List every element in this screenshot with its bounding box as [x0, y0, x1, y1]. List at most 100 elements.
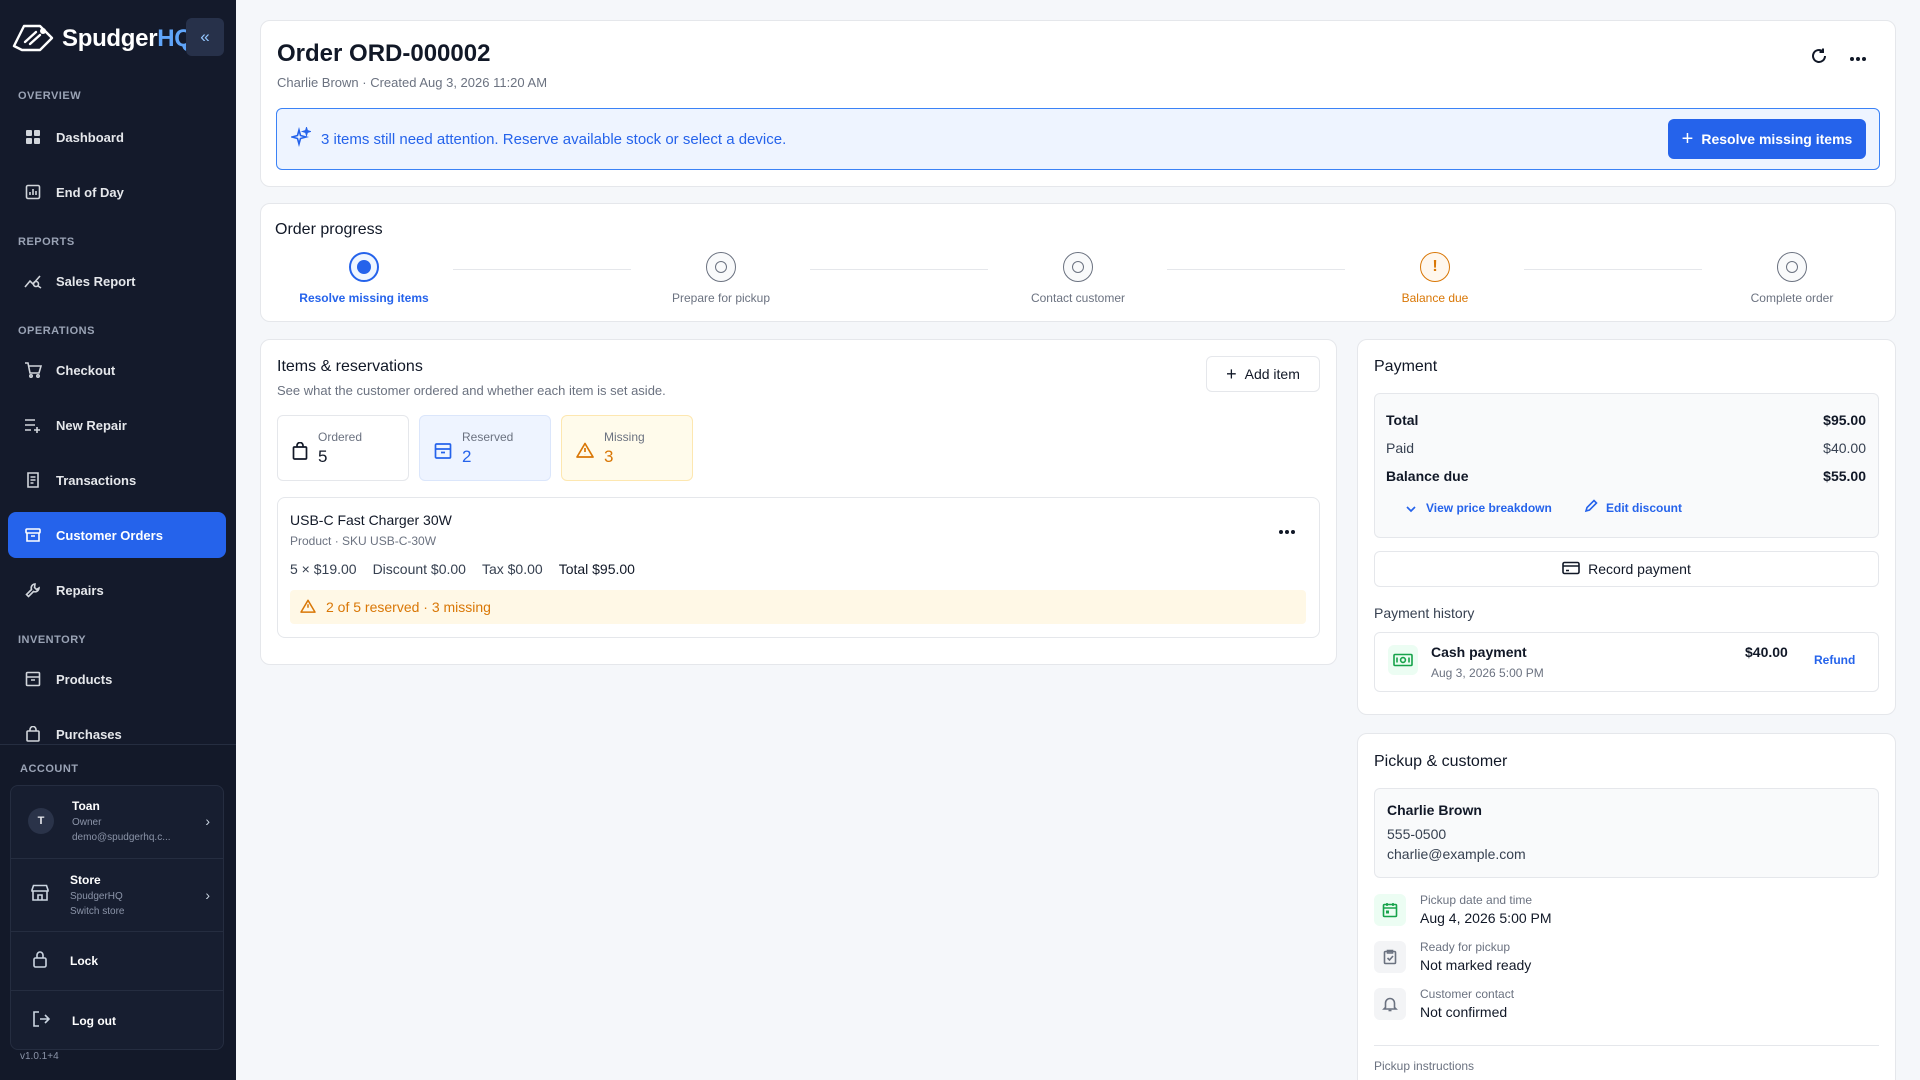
- more-options-button[interactable]: [1844, 43, 1872, 71]
- pencil-icon: [1584, 499, 1598, 516]
- reservation-status: 2 of 5 reserved · 3 missing: [290, 590, 1306, 624]
- line-item-meta: Product · SKU USB-C-30W: [290, 534, 437, 548]
- account-panel: ACCOUNT T Toan Owner demo@spudgerhq.c...…: [0, 744, 236, 1080]
- banner-message: 3 items still need attention. Reserve av…: [321, 130, 787, 148]
- more-horizontal-icon: [1278, 522, 1296, 538]
- list-plus-icon: [24, 416, 42, 434]
- lock-button[interactable]: Lock: [10, 931, 224, 989]
- logout-button[interactable]: Log out: [10, 990, 224, 1050]
- add-item-button[interactable]: + Add item: [1206, 356, 1320, 392]
- sidebar-item-sales-report[interactable]: Sales Report: [8, 258, 226, 304]
- app-version: v1.0.1+4: [20, 1051, 59, 1062]
- stat-reserved-value: 2: [462, 447, 472, 466]
- avatar: T: [28, 808, 54, 834]
- add-item-label: Add item: [1244, 366, 1300, 382]
- sidebar-item-label: Dashboard: [56, 129, 124, 145]
- account-store-name: SpudgerHQ: [70, 890, 123, 902]
- sidebar-item-end-of-day[interactable]: End of Day: [8, 169, 226, 215]
- receipt-icon: [24, 471, 42, 489]
- step-active-icon: [349, 252, 379, 282]
- calendar-icon: [1374, 893, 1406, 926]
- bag-icon: [24, 725, 42, 743]
- progress-step-complete-order[interactable]: Complete order: [1702, 252, 1882, 305]
- sidebar-item-label: Products: [56, 671, 113, 687]
- payment-amount: $40.00: [1745, 644, 1788, 660]
- chevron-right-icon: ›: [205, 886, 210, 903]
- box-icon: [24, 526, 42, 544]
- sidebar-item-dashboard[interactable]: Dashboard: [8, 114, 226, 160]
- total-value: $95.00: [1823, 412, 1866, 428]
- progress-connector: [453, 269, 631, 270]
- edit-discount-link[interactable]: Edit discount: [1584, 499, 1682, 516]
- paid-value: $40.00: [1823, 440, 1866, 456]
- pickup-instructions-label: Pickup instructions: [1374, 1059, 1475, 1073]
- account-user-role: Owner: [72, 817, 102, 828]
- lock-label: Lock: [70, 953, 99, 968]
- lock-icon: [32, 950, 48, 971]
- step-label: Complete order: [1750, 291, 1834, 305]
- pickup-date-value: Aug 4, 2026 5:00 PM: [1420, 910, 1552, 926]
- contact-value: Not confirmed: [1420, 1004, 1508, 1020]
- total-label: Total: [1386, 412, 1419, 428]
- progress-step-contact-customer[interactable]: Contact customer: [988, 252, 1168, 305]
- sidebar: SpudgerHQ « OVERVIEW Dashboard End of Da…: [0, 0, 236, 1080]
- stat-missing-value: 3: [604, 447, 614, 466]
- collapse-sidebar-button[interactable]: «: [186, 18, 224, 56]
- account-store-label: Store: [70, 872, 101, 887]
- customer-name: Charlie Brown: [1387, 802, 1482, 818]
- more-horizontal-icon: [1849, 49, 1867, 65]
- sidebar-item-label: Customer Orders: [56, 527, 163, 543]
- ready-for-pickup-row[interactable]: Ready for pickup Not marked ready: [1374, 940, 1531, 973]
- pickup-date-row[interactable]: Pickup date and time Aug 4, 2026 5:00 PM: [1374, 893, 1552, 926]
- account-store-row[interactable]: Store SpudgerHQ Switch store ›: [10, 858, 224, 930]
- account-user-name: Toan: [72, 799, 100, 813]
- sidebar-item-repairs[interactable]: Repairs: [8, 567, 226, 613]
- stat-ordered-label: Ordered: [318, 430, 363, 444]
- bag-icon: [292, 441, 308, 480]
- line-item-total: Total $95.00: [558, 561, 635, 577]
- sidebar-item-transactions[interactable]: Transactions: [8, 457, 226, 503]
- line-item-pricing: 5 × $19.00 Discount $0.00 Tax $0.00 Tota…: [290, 561, 635, 577]
- progress-step-prepare-for-pickup[interactable]: Prepare for pickup: [631, 252, 811, 305]
- wrench-icon: [24, 581, 42, 599]
- trend-icon: [24, 272, 42, 290]
- payment-method: Cash payment: [1431, 644, 1527, 660]
- sidebar-item-label: Repairs: [56, 582, 104, 598]
- archive-icon: [434, 442, 452, 480]
- balance-value: $55.00: [1823, 468, 1866, 484]
- stat-missing-label: Missing: [604, 430, 645, 444]
- brand-logo[interactable]: SpudgerHQ: [10, 20, 193, 57]
- step-label: Balance due: [1401, 291, 1469, 305]
- sidebar-item-products[interactable]: Products: [8, 656, 226, 702]
- payment-history-title: Payment history: [1374, 605, 1475, 621]
- customer-phone: 555-0500: [1387, 826, 1447, 842]
- dashboard-icon: [24, 128, 42, 146]
- sidebar-item-new-repair[interactable]: New Repair: [8, 402, 226, 448]
- payment-total-row: Total $95.00: [1386, 412, 1866, 428]
- record-payment-button[interactable]: Record payment: [1374, 551, 1879, 587]
- step-label: Resolve missing items: [299, 291, 429, 305]
- step-pending-icon: [1777, 252, 1807, 282]
- step-label: Prepare for pickup: [671, 291, 771, 305]
- refresh-button[interactable]: [1805, 43, 1833, 71]
- progress-connector: [1167, 269, 1345, 270]
- items-title: Items & reservations: [277, 358, 423, 375]
- progress-title: Order progress: [275, 221, 383, 238]
- progress-step-balance-due[interactable]: ! Balance due: [1345, 252, 1525, 305]
- bell-icon: [1374, 987, 1406, 1020]
- view-price-breakdown-link[interactable]: View price breakdown: [1406, 500, 1552, 516]
- progress-step-resolve-missing-items[interactable]: Resolve missing items: [274, 252, 454, 305]
- progress-connector: [1524, 269, 1702, 270]
- payment-title: Payment: [1374, 358, 1438, 375]
- sidebar-item-checkout[interactable]: Checkout: [8, 347, 226, 393]
- line-item-menu-button[interactable]: [1273, 516, 1301, 544]
- sidebar-item-customer-orders[interactable]: Customer Orders: [8, 512, 226, 558]
- resolve-missing-items-button[interactable]: + Resolve missing items: [1668, 119, 1866, 159]
- reservation-status-text: 2 of 5 reserved · 3 missing: [326, 599, 491, 615]
- contact-label: Customer contact: [1420, 987, 1515, 1001]
- customer-contact-row[interactable]: Customer contact Not confirmed: [1374, 987, 1514, 1020]
- stat-ordered-value: 5: [318, 447, 328, 466]
- sidebar-item-label: Transactions: [56, 472, 137, 488]
- account-user-row[interactable]: T Toan Owner demo@spudgerhq.c... ›: [10, 785, 224, 857]
- refund-button[interactable]: Refund: [1814, 653, 1855, 667]
